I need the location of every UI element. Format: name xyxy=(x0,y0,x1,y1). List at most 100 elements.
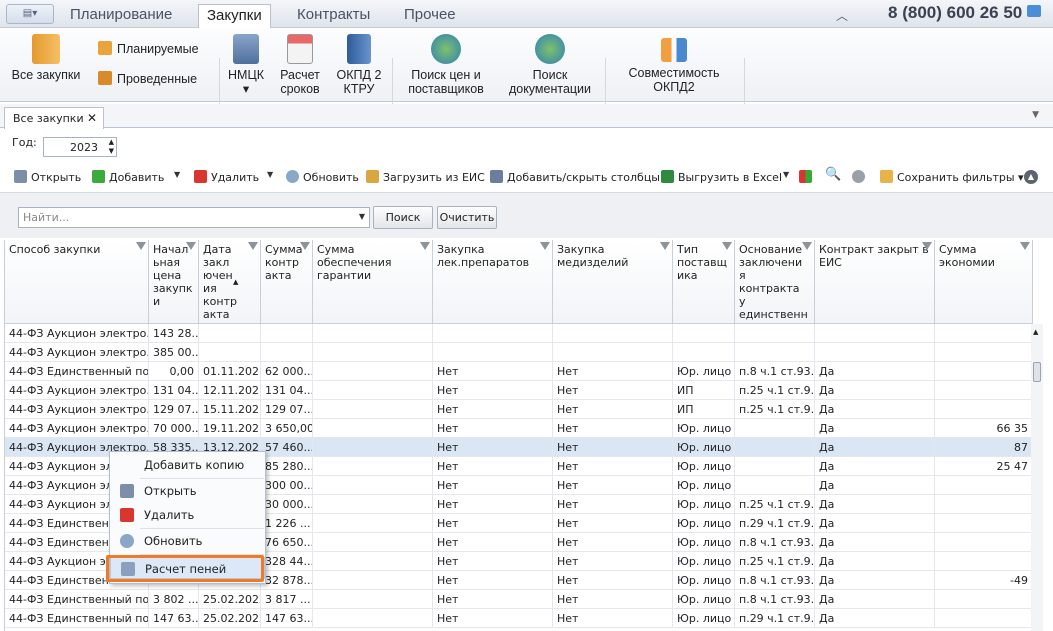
table-cell[interactable]: Нет xyxy=(433,533,553,552)
magnifier-icon[interactable]: 🔍 xyxy=(825,167,841,182)
table-row[interactable]: 44-ФЗ Единственный по... 3 802 ... 25.02.2… xyxy=(5,590,1033,609)
collapse-ribbon-icon[interactable]: ︿ xyxy=(836,7,848,24)
column-filter-icon[interactable] xyxy=(186,242,196,250)
table-cell[interactable]: Нет xyxy=(433,419,553,438)
table-cell[interactable]: Нет xyxy=(553,381,673,400)
table-cell[interactable] xyxy=(553,343,673,362)
table-cell[interactable]: 44-ФЗ Аукцион электро... xyxy=(5,381,149,400)
table-cell[interactable]: 76 650... xyxy=(261,533,313,552)
table-cell[interactable]: п.25 ч.1 ст.9... xyxy=(735,495,815,514)
table-cell[interactable] xyxy=(313,571,433,590)
column-filter-icon[interactable] xyxy=(540,242,550,250)
table-cell[interactable] xyxy=(673,343,735,362)
calc-terms-button[interactable]: Расчет сроков xyxy=(272,34,328,96)
column-filter-icon[interactable] xyxy=(136,242,146,250)
table-cell[interactable]: Нет xyxy=(553,590,673,609)
table-cell[interactable] xyxy=(735,419,815,438)
table-row[interactable]: 44-ФЗ Аукцион электро... 385 00... xyxy=(5,343,1033,362)
table-cell[interactable] xyxy=(673,324,735,343)
column-header[interactable]: Начал ьная цена закупк и xyxy=(149,240,199,324)
table-row[interactable]: 44-ФЗ Аукцион электро... 131 04... 12.11.2… xyxy=(5,381,1033,400)
column-filter-icon[interactable] xyxy=(420,242,430,250)
table-cell[interactable]: Да xyxy=(815,457,935,476)
load-eis-button[interactable]: Загрузить из ЕИС xyxy=(366,170,485,184)
table-cell[interactable] xyxy=(935,324,1033,343)
table-cell[interactable]: 32 878... xyxy=(261,571,313,590)
table-cell[interactable] xyxy=(261,324,313,343)
column-filter-icon[interactable] xyxy=(660,242,670,250)
grid-color-icon[interactable] xyxy=(799,170,816,184)
table-cell[interactable]: Нет xyxy=(553,514,673,533)
table-cell[interactable] xyxy=(935,400,1033,419)
table-cell[interactable]: п.25 ч.1 ст.9... xyxy=(735,381,815,400)
table-cell[interactable]: Нет xyxy=(553,400,673,419)
okpd-ktru-button[interactable]: ОКПД 2 КТРУ xyxy=(330,34,388,96)
table-cell[interactable]: Нет xyxy=(553,609,673,628)
table-row[interactable]: 44-ФЗ Аукцион электро... 143 28... xyxy=(5,324,1033,343)
excel-dropdown-icon[interactable]: ▼ xyxy=(783,170,789,179)
table-cell[interactable] xyxy=(313,400,433,419)
table-cell[interactable] xyxy=(433,343,553,362)
column-header[interactable]: Тип поставщ ика xyxy=(673,240,735,324)
table-cell[interactable]: Нет xyxy=(553,419,673,438)
table-cell[interactable] xyxy=(313,495,433,514)
table-cell[interactable]: 44-ФЗ Аукцион электро... xyxy=(5,400,149,419)
doc-tab-all-purchases[interactable]: Все закупки ✕ xyxy=(4,107,104,129)
table-cell[interactable] xyxy=(735,324,815,343)
table-cell[interactable]: Юр. лицо xyxy=(673,533,735,552)
table-cell[interactable]: 328 44... xyxy=(261,552,313,571)
column-header[interactable]: Сумма обеспечения гарантии xyxy=(313,240,433,324)
add-button[interactable]: Добавить xyxy=(92,170,164,184)
tab-other[interactable]: Прочее xyxy=(396,4,464,28)
table-cell[interactable]: п.8 ч.1 ст.93... xyxy=(735,571,815,590)
doc-search-button[interactable]: Поиск документации xyxy=(498,34,602,96)
table-cell[interactable]: п.29 ч.1 ст.9... xyxy=(735,609,815,628)
table-cell[interactable]: Да xyxy=(815,590,935,609)
table-cell[interactable]: 1 226 ... xyxy=(261,514,313,533)
table-cell[interactable]: 0,00 xyxy=(149,362,199,381)
delete-dropdown-icon[interactable]: ▼ xyxy=(267,170,273,179)
table-row[interactable]: 44-ФЗ Аукцион электро... 70 000... 19.11.2… xyxy=(5,419,1033,438)
menu-item-delete[interactable]: Удалить xyxy=(110,504,265,526)
menu-item-open[interactable]: Открыть xyxy=(110,480,265,502)
column-header[interactable]: Закупка лек.препаратов xyxy=(433,240,553,324)
clear-button[interactable]: Очистить xyxy=(437,206,497,229)
year-spinner[interactable]: 2023 ▲ ▼ xyxy=(43,137,117,157)
column-filter-icon[interactable] xyxy=(300,242,310,250)
table-cell[interactable]: Да xyxy=(815,533,935,552)
table-cell[interactable] xyxy=(313,590,433,609)
table-cell[interactable]: 131 04... xyxy=(149,381,199,400)
table-cell[interactable]: Нет xyxy=(433,609,553,628)
table-cell[interactable]: Да xyxy=(815,495,935,514)
price-search-button[interactable]: Поиск цен и поставщиков xyxy=(398,34,494,96)
table-cell[interactable]: Нет xyxy=(433,438,553,457)
table-cell[interactable]: 57 460... xyxy=(261,438,313,457)
table-cell[interactable]: 300 00... xyxy=(261,476,313,495)
table-cell[interactable]: 385 00... xyxy=(149,343,199,362)
table-cell[interactable]: 19.11.2021 xyxy=(199,419,261,438)
column-filter-icon[interactable] xyxy=(922,242,932,250)
collapse-up-icon[interactable]: ▲ xyxy=(1024,169,1038,184)
table-cell[interactable]: Да xyxy=(815,514,935,533)
table-cell[interactable] xyxy=(199,324,261,343)
scroll-up-icon[interactable]: ▲ xyxy=(1033,328,1038,336)
table-cell[interactable] xyxy=(735,438,815,457)
table-cell[interactable]: 25.02.2022 xyxy=(199,609,261,628)
planned-button[interactable]: Планируемые xyxy=(98,41,199,56)
table-cell[interactable]: Нет xyxy=(553,571,673,590)
nmck-button[interactable]: НМЦК ▾ xyxy=(224,34,268,96)
table-cell[interactable] xyxy=(935,495,1033,514)
table-cell[interactable]: 131 04... xyxy=(261,381,313,400)
app-menu-button[interactable]: ▤▾ xyxy=(6,4,54,24)
table-cell[interactable]: 70 000... xyxy=(149,419,199,438)
column-filter-icon[interactable] xyxy=(722,242,732,250)
table-cell[interactable]: 44-ФЗ Единственный по... xyxy=(5,590,149,609)
open-button[interactable]: Открыть xyxy=(14,170,81,184)
table-cell[interactable] xyxy=(935,609,1033,628)
table-cell[interactable]: Нет xyxy=(433,457,553,476)
table-cell[interactable]: п.29 ч.1 ст.9... xyxy=(735,514,815,533)
table-row[interactable]: 44-ФЗ Единственный по... 0,00 01.11.2021 62… xyxy=(5,362,1033,381)
table-cell[interactable]: Юр. лицо xyxy=(673,552,735,571)
table-cell[interactable]: Нет xyxy=(433,400,553,419)
table-cell[interactable]: 15.11.2021 xyxy=(199,400,261,419)
